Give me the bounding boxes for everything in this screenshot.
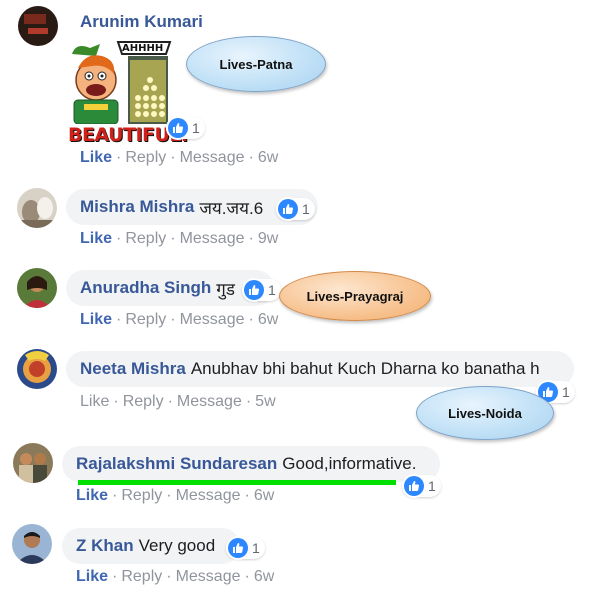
message-link[interactable]: Message bbox=[176, 487, 241, 504]
comment-text: Very good bbox=[138, 536, 216, 555]
comment-bubble: Z Khan Very good bbox=[62, 528, 240, 564]
comment-bubble: Rajalakshmi Sundaresan Good,informative. bbox=[62, 446, 440, 482]
comment-actions: Like · Reply · Message · 9w bbox=[80, 230, 279, 247]
avatar[interactable] bbox=[13, 443, 53, 483]
timestamp[interactable]: 5w bbox=[255, 393, 275, 410]
like-link[interactable]: Like bbox=[80, 149, 112, 166]
comment-text: गुड bbox=[216, 279, 235, 299]
reaction-number: 1 bbox=[302, 201, 310, 217]
comment-text: जय.जय.6 bbox=[199, 198, 264, 218]
like-link[interactable]: Like bbox=[80, 230, 112, 247]
message-link[interactable]: Message bbox=[180, 149, 245, 166]
reaction-number: 1 bbox=[252, 540, 260, 556]
timestamp[interactable]: 6w bbox=[254, 487, 274, 504]
sticker-top-text: AHHHH bbox=[122, 43, 164, 54]
like-link[interactable]: Like bbox=[80, 311, 112, 328]
avatar[interactable] bbox=[12, 524, 52, 564]
timestamp[interactable]: 6w bbox=[258, 149, 278, 166]
reply-link[interactable]: Reply bbox=[121, 487, 162, 504]
sticker-image: AHHHH BEAUTIFUL. bbox=[66, 38, 188, 148]
comment-actions: Like · Reply · Message · 6w bbox=[76, 487, 275, 504]
comment-actions: Like · Reply · Message · 6w bbox=[80, 311, 279, 328]
callout-label: Lives-Noida bbox=[448, 405, 522, 421]
timestamp[interactable]: 9w bbox=[258, 230, 278, 247]
commenter-name[interactable]: Neeta Mishra bbox=[80, 359, 186, 379]
reaction-count[interactable]: 1 bbox=[402, 475, 441, 497]
commenter-name[interactable]: Anuradha Singh bbox=[80, 278, 211, 298]
like-link[interactable]: Like bbox=[80, 393, 109, 410]
timestamp[interactable]: 6w bbox=[254, 568, 274, 585]
comment-actions: Like · Reply · Message · 6w bbox=[80, 149, 279, 166]
reaction-number: 1 bbox=[192, 120, 200, 136]
comment-bubble: Arunim Kumari bbox=[80, 12, 208, 32]
like-reaction-icon bbox=[404, 476, 424, 496]
reaction-count[interactable]: 1 bbox=[226, 537, 265, 559]
like-reaction-icon bbox=[278, 199, 298, 219]
reaction-count[interactable]: 1 bbox=[276, 198, 315, 220]
like-link[interactable]: Like bbox=[76, 568, 108, 585]
timestamp[interactable]: 6w bbox=[258, 311, 278, 328]
like-reaction-icon bbox=[168, 118, 188, 138]
comment-actions: Like · Reply · Message · 6w bbox=[76, 568, 275, 585]
comment-bubble: Neeta Mishra Anubhav bhi bahut Kuch Dhar… bbox=[66, 351, 574, 387]
avatar[interactable] bbox=[17, 268, 57, 308]
commenter-name[interactable]: Mishra Mishra bbox=[80, 197, 194, 217]
reply-link[interactable]: Reply bbox=[125, 149, 166, 166]
commenter-name[interactable]: Arunim Kumari bbox=[80, 12, 203, 32]
avatar[interactable] bbox=[17, 349, 57, 389]
reaction-number: 1 bbox=[562, 384, 570, 400]
callout-label: Lives-Prayagraj bbox=[306, 288, 404, 304]
commenter-name[interactable]: Rajalakshmi Sundaresan bbox=[76, 454, 277, 474]
reaction-count[interactable]: 1 bbox=[166, 117, 205, 139]
reaction-count[interactable]: 1 bbox=[242, 279, 281, 301]
message-link[interactable]: Message bbox=[180, 230, 245, 247]
callout-patna: Lives-Patna bbox=[186, 36, 326, 92]
comment-text: Anubhav bhi bahut Kuch Dharna ko banatha… bbox=[190, 359, 540, 378]
message-link[interactable]: Message bbox=[177, 393, 242, 410]
message-link[interactable]: Message bbox=[176, 568, 241, 585]
like-reaction-icon bbox=[228, 538, 248, 558]
reaction-number: 1 bbox=[268, 282, 276, 298]
highlight-underline bbox=[78, 480, 396, 485]
reply-link[interactable]: Reply bbox=[121, 568, 162, 585]
avatar[interactable] bbox=[17, 188, 57, 228]
callout-prayagraj: Lives-Prayagraj bbox=[279, 271, 431, 321]
reply-link[interactable]: Reply bbox=[123, 393, 164, 410]
reply-link[interactable]: Reply bbox=[125, 230, 166, 247]
message-link[interactable]: Message bbox=[180, 311, 245, 328]
like-reaction-icon bbox=[244, 280, 264, 300]
callout-label: Lives-Patna bbox=[219, 56, 293, 72]
comment-text: Good,informative. bbox=[282, 454, 417, 473]
avatar[interactable] bbox=[18, 6, 58, 46]
callout-noida: Lives-Noida bbox=[416, 386, 554, 440]
comment-actions: Like · Reply · Message · 5w bbox=[80, 393, 276, 410]
reaction-number: 1 bbox=[428, 478, 436, 494]
like-link[interactable]: Like bbox=[76, 487, 108, 504]
commenter-name[interactable]: Z Khan bbox=[76, 536, 134, 556]
reply-link[interactable]: Reply bbox=[125, 311, 166, 328]
